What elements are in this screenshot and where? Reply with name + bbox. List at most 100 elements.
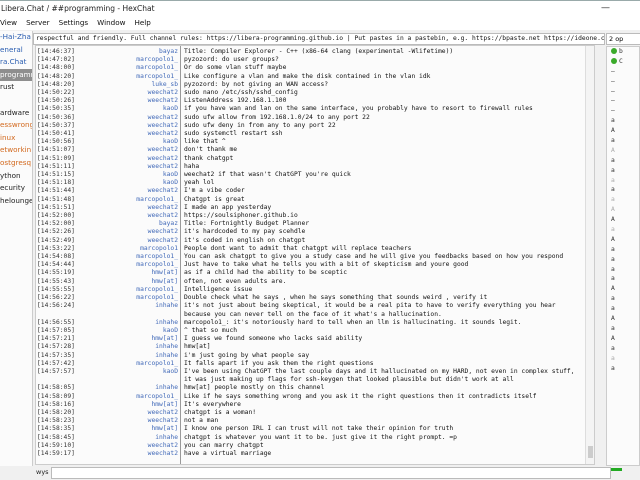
user-entry[interactable]: a xyxy=(607,195,639,205)
user-name[interactable]: — xyxy=(611,68,615,75)
user-entry[interactable]: a xyxy=(607,176,639,186)
user-entry[interactable]: A xyxy=(607,146,639,156)
channel-tab[interactable]: ostgresq xyxy=(0,157,32,170)
channel-tab[interactable]: esswrong xyxy=(0,119,32,132)
nick[interactable]: weechat2 xyxy=(108,204,180,212)
user-name[interactable]: a xyxy=(611,196,615,203)
nick[interactable]: marcopolo1_ xyxy=(108,294,180,302)
nick[interactable]: marcopolo1 xyxy=(108,245,180,253)
nick[interactable]: weechat2 xyxy=(108,97,180,105)
menu-view[interactable]: View xyxy=(0,16,17,30)
nick[interactable]: kaoD xyxy=(108,327,180,335)
user-entry[interactable]: a xyxy=(607,265,639,275)
user-entry[interactable]: a xyxy=(607,324,639,334)
nick[interactable]: weechat2 xyxy=(108,122,180,130)
nick[interactable]: weechat2 xyxy=(108,146,180,154)
nick[interactable]: marcopolo1_ xyxy=(108,286,180,294)
nick[interactable]: weechat2 xyxy=(108,237,180,245)
nick[interactable]: hmw[at] xyxy=(108,278,180,286)
nick[interactable]: weechat2 xyxy=(108,130,180,138)
user-entry[interactable]: a xyxy=(607,156,639,166)
nick[interactable]: weechat2 xyxy=(108,187,180,195)
nick-button[interactable]: wys xyxy=(36,468,49,476)
user-entry[interactable]: — xyxy=(607,77,639,87)
user-name[interactable]: a xyxy=(611,365,615,372)
user-name[interactable]: — xyxy=(611,78,615,85)
nick[interactable]: marcopolo1_ xyxy=(108,253,180,261)
channel-tab[interactable]: eneral xyxy=(0,44,32,57)
menu-settings[interactable]: Settings xyxy=(59,16,88,30)
user-name[interactable]: a xyxy=(611,305,615,312)
nick[interactable]: marcopolo1_ xyxy=(108,261,180,269)
user-entry[interactable]: a xyxy=(607,255,639,265)
user-entry[interactable]: a xyxy=(607,364,639,374)
user-entry[interactable]: a xyxy=(607,354,639,364)
nick[interactable]: luke_sb xyxy=(108,81,180,89)
nick[interactable]: kaoD xyxy=(108,368,180,384)
nick[interactable]: weechat2 xyxy=(108,114,180,122)
nick[interactable]: kaoD xyxy=(108,138,180,146)
user-entry[interactable]: a xyxy=(607,245,639,255)
user-name[interactable]: A xyxy=(611,285,615,292)
nick[interactable]: inhahe xyxy=(108,302,180,318)
user-name[interactable]: a xyxy=(611,345,615,352)
user-entry[interactable]: A xyxy=(607,284,639,294)
channel-tab[interactable] xyxy=(0,94,32,107)
nick[interactable]: inhahe xyxy=(108,343,180,351)
channel-tab[interactable]: ra.Chat xyxy=(0,56,32,69)
user-entry[interactable]: a xyxy=(607,344,639,354)
user-name[interactable]: A xyxy=(611,315,615,322)
user-name[interactable]: a xyxy=(611,186,615,193)
nick[interactable]: bayaz xyxy=(108,48,180,56)
user-name[interactable]: — xyxy=(611,107,615,114)
nick[interactable]: marcopolo1_ xyxy=(108,56,180,64)
user-name[interactable]: a xyxy=(611,256,615,263)
nick[interactable]: marcopolo1_ xyxy=(108,73,180,81)
user-name[interactable]: a xyxy=(611,295,615,302)
user-entry[interactable]: — xyxy=(607,87,639,97)
nick[interactable]: kaoD xyxy=(108,179,180,187)
user-name[interactable]: A xyxy=(611,335,615,342)
topic-bar[interactable]: respectful and friendly. Full channel ru… xyxy=(33,33,605,45)
message-input[interactable] xyxy=(51,467,611,479)
user-entry[interactable]: — xyxy=(607,67,639,77)
nick[interactable]: inhahe xyxy=(108,384,180,392)
user-name[interactable]: a xyxy=(611,117,615,124)
user-entry[interactable]: a xyxy=(607,294,639,304)
user-entry[interactable]: a xyxy=(607,166,639,176)
user-entry[interactable]: A xyxy=(607,205,639,215)
nick[interactable]: weechat2 xyxy=(108,417,180,425)
user-entry[interactable]: A xyxy=(607,235,639,245)
nick[interactable]: weechat2 xyxy=(108,442,180,450)
channel-tab[interactable]: etworkin xyxy=(0,144,32,157)
nick[interactable]: hmw[at] xyxy=(108,425,180,433)
nick[interactable]: marcopolo1_ xyxy=(108,196,180,204)
user-name[interactable]: a xyxy=(611,355,615,362)
scrollbar-thumb[interactable] xyxy=(588,446,593,458)
nick[interactable]: bayaz xyxy=(108,220,180,228)
user-name[interactable]: A xyxy=(611,147,615,154)
user-entry[interactable]: A xyxy=(607,126,639,136)
nick[interactable]: weechat2 xyxy=(108,163,180,171)
channel-tab[interactable]: -Hai-Zha xyxy=(0,31,32,44)
nick[interactable]: hmw[at] xyxy=(108,335,180,343)
nick[interactable]: weechat2 xyxy=(108,228,180,236)
user-name[interactable]: a xyxy=(611,246,615,253)
user-entry[interactable]: a xyxy=(607,225,639,235)
nick[interactable]: kaoD xyxy=(108,171,180,179)
user-name[interactable]: a xyxy=(611,177,615,184)
channel-tab[interactable]: ecurity xyxy=(0,182,32,195)
user-entry[interactable]: — xyxy=(607,96,639,106)
menu-help[interactable]: Help xyxy=(134,16,150,30)
user-entry[interactable]: A xyxy=(607,215,639,225)
channel-tab[interactable]: rust xyxy=(0,81,32,94)
user-name[interactable]: a xyxy=(611,167,615,174)
user-entry[interactable]: a xyxy=(607,136,639,146)
nick[interactable]: marcopolo1_ xyxy=(108,360,180,368)
nick[interactable]: marcopolo1_ xyxy=(108,64,180,72)
user-entry[interactable]: a xyxy=(607,304,639,314)
user-name[interactable]: A xyxy=(611,127,615,134)
user-entry[interactable]: A xyxy=(607,314,639,324)
user-name[interactable]: a xyxy=(611,137,615,144)
user-name[interactable]: C xyxy=(619,58,623,65)
